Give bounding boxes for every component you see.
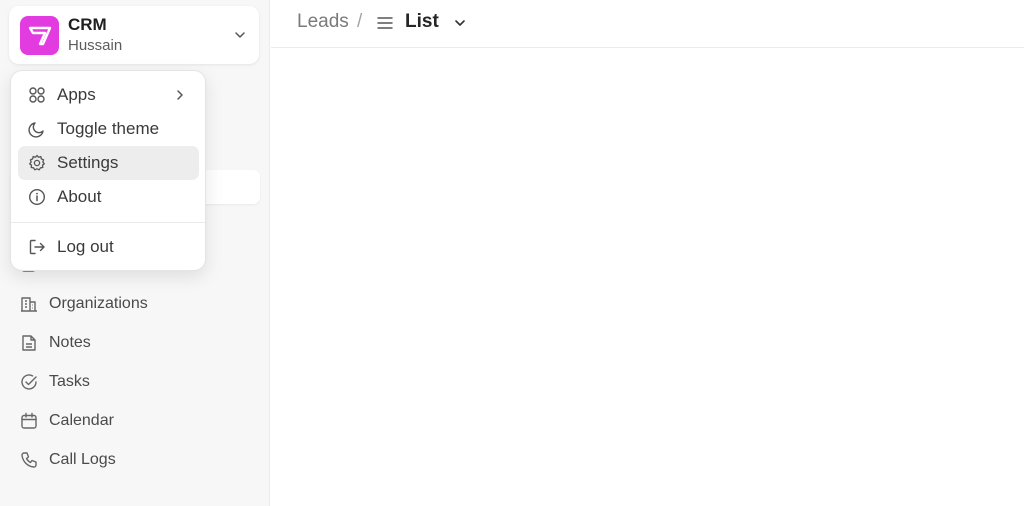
building-icon	[21, 297, 37, 312]
sidebar-item-calendar[interactable]: Calendar	[10, 404, 260, 438]
chevron-down-icon	[235, 32, 245, 38]
app-dropdown-menu: Apps Toggle theme Settings About Log out	[10, 70, 206, 271]
menu-item-label: About	[57, 187, 102, 206]
menu-item-apps[interactable]: Apps	[18, 78, 199, 112]
sidebar-item-notes[interactable]: Notes	[10, 326, 260, 360]
sidebar-item-label: Call Logs	[49, 451, 116, 468]
logout-icon	[29, 239, 45, 255]
main-content-area	[271, 49, 1024, 506]
apps-grid-icon	[29, 87, 45, 103]
menu-divider	[11, 222, 205, 223]
menu-item-about[interactable]: About	[18, 180, 199, 214]
app-user-name: Hussain	[68, 37, 123, 54]
chevron-right-icon	[177, 90, 183, 100]
chevron-down-icon	[455, 20, 465, 26]
menu-item-label: Log out	[57, 237, 114, 256]
app-name: CRM	[68, 15, 107, 34]
menu-item-label: Toggle theme	[57, 119, 160, 138]
note-icon	[22, 335, 36, 351]
sidebar-item-call-logs[interactable]: Call Logs	[10, 443, 260, 477]
sidebar-item-label: Notes	[49, 334, 91, 351]
menu-item-label: Settings	[57, 153, 119, 172]
top-bar: Leads / List	[271, 0, 1024, 48]
breadcrumb-separator: /	[357, 11, 363, 32]
list-icon	[377, 17, 393, 29]
calendar-icon	[21, 412, 37, 429]
sidebar-item-label: Tasks	[49, 373, 90, 390]
moon-icon	[28, 122, 44, 138]
breadcrumb-current-view: List	[405, 11, 439, 32]
menu-item-toggle-theme[interactable]: Toggle theme	[18, 112, 199, 146]
menu-item-label: Apps	[57, 85, 96, 104]
breadcrumb-leads[interactable]: Leads	[297, 11, 349, 33]
menu-item-log-out[interactable]: Log out	[18, 230, 199, 264]
sidebar-item-label: Calendar	[49, 412, 114, 429]
gear-icon	[29, 154, 45, 171]
crm-logo-icon	[20, 16, 59, 55]
info-icon	[28, 188, 46, 206]
check-circle-icon	[21, 374, 37, 390]
menu-item-settings[interactable]: Settings	[18, 146, 199, 180]
sidebar-item-label: Organizations	[49, 295, 148, 312]
sidebar-item-tasks[interactable]: Tasks	[10, 365, 260, 399]
phone-icon	[21, 452, 37, 468]
sidebar-item-organizations[interactable]: Organizations	[10, 287, 260, 321]
app-switcher-button[interactable]: CRM Hussain	[9, 6, 259, 64]
